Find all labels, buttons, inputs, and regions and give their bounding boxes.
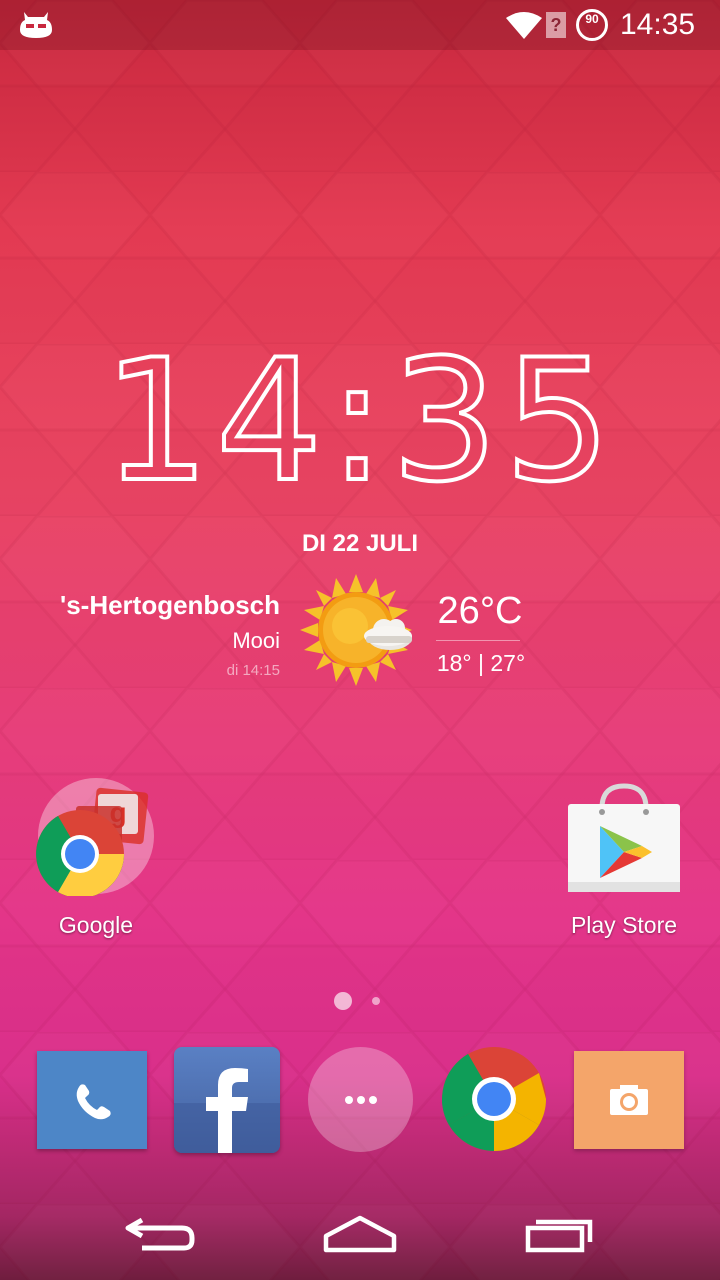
facebook-icon (174, 1068, 280, 1153)
clock-time[interactable]: 14:35 (0, 345, 720, 495)
navigation-bar (0, 1180, 720, 1280)
camera-icon (610, 1085, 648, 1115)
app-drawer-button[interactable] (308, 1047, 413, 1152)
dock (0, 1040, 720, 1165)
app-drawer-icon (345, 1096, 377, 1104)
phone-app[interactable] (37, 1051, 147, 1149)
sun-cloud-icon[interactable] (300, 572, 420, 692)
weather-updated: di 14:15 (226, 662, 280, 679)
camera-app[interactable] (574, 1051, 684, 1149)
weather-condition: Mooi (232, 628, 280, 653)
status-time: 14:35 (620, 8, 696, 41)
no-sim-icon: ? (546, 12, 566, 38)
phone-icon (76, 1084, 111, 1120)
back-icon[interactable] (122, 1210, 198, 1254)
page-dot-current (334, 992, 352, 1010)
weather-city[interactable]: 's-Hertogenbosch (20, 590, 280, 621)
wifi-icon (506, 12, 542, 39)
play-store-label: Play Store (570, 912, 678, 938)
play-store-icon (568, 783, 680, 892)
battery-icon: 90 (576, 9, 608, 41)
temperature-divider (436, 640, 520, 641)
svg-text:14:35: 14:35 (103, 345, 617, 495)
chrome-app[interactable] (441, 1046, 547, 1152)
page-dot (372, 997, 380, 1005)
google-label: Google (58, 912, 134, 938)
recents-icon[interactable] (522, 1210, 598, 1254)
cyanogenmod-robot-icon (20, 12, 52, 38)
chrome-icon (442, 1047, 546, 1151)
google-folder-icon: g (36, 778, 154, 896)
status-bar[interactable]: ? 90 14:35 (0, 0, 720, 50)
date-label: DI 22 JULI (301, 530, 419, 557)
battery-level: 90 (585, 12, 599, 26)
home-icon[interactable] (320, 1210, 400, 1254)
facebook-app[interactable] (174, 1047, 280, 1153)
play-store-app[interactable]: Play Store (548, 776, 700, 946)
google-folder[interactable]: g Google (20, 776, 172, 946)
weather-temperature: 26°C (437, 590, 523, 632)
weather-temp-range: 18° | 27° (436, 650, 526, 676)
